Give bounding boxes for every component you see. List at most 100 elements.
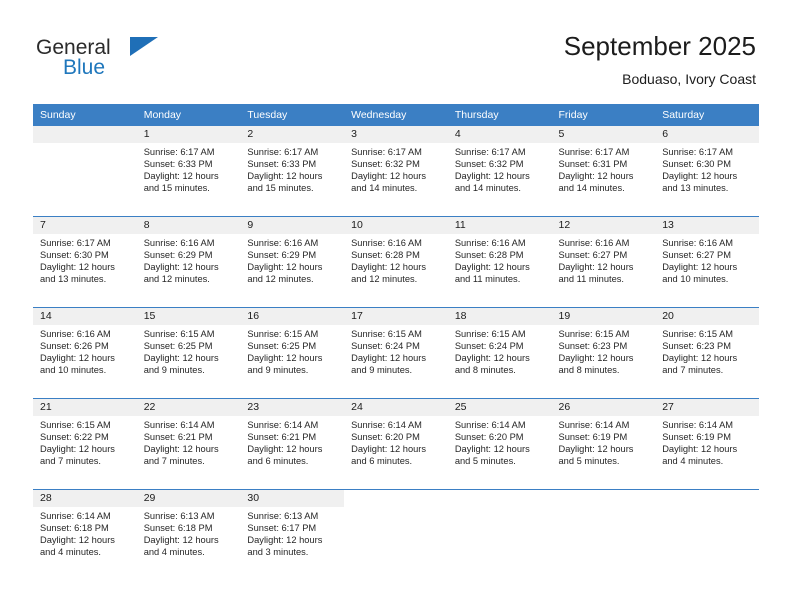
day-sun-info: Sunrise: 6:15 AM Sunset: 6:23 PM Daylight:… — [552, 325, 656, 377]
day-sun-info-line: Sunrise: 6:15 AM — [351, 329, 422, 339]
day-number: 2 — [240, 126, 345, 143]
brand-name-blue: Blue — [63, 56, 106, 79]
day-sun-info-line: Sunrise: 6:16 AM — [351, 238, 422, 248]
day-sun-info-line: and 14 minutes. — [351, 182, 418, 193]
calendar-day-cell[interactable]: 18 Sunrise: 6:15 AM Sunset: 6:24 PM Dayligh… — [447, 307, 552, 399]
day-sun-info-line: Sunrise: 6:16 AM — [558, 238, 630, 248]
calendar-day-cell[interactable]: 13 Sunrise: 6:16 AM Sunset: 6:27 PM Dayligh… — [655, 216, 759, 308]
day-sun-info-line: and 7 minutes. — [662, 364, 724, 375]
calendar-day-cell[interactable]: 3 Sunrise: 6:17 AM Sunset: 6:32 PM Daylight… — [344, 126, 448, 217]
day-sun-info-line: Sunset: 6:30 PM — [40, 249, 109, 260]
calendar-day-cell — [655, 489, 759, 580]
day-sun-info-line: and 4 minutes. — [40, 546, 101, 557]
day-sun-info-line: Daylight: 12 hours — [454, 261, 530, 272]
day-sun-info: Sunrise: 6:15 AM Sunset: 6:24 PM Daylight:… — [448, 325, 552, 377]
day-sun-info: Sunrise: 6:14 AM Sunset: 6:21 PM Daylight:… — [240, 416, 344, 468]
day-sun-info-line: Sunset: 6:32 PM — [351, 158, 420, 169]
calendar-day-cell[interactable]: 29 Sunrise: 6:13 AM Sunset: 6:18 PM Dayligh… — [136, 489, 241, 580]
day-number: 8 — [136, 217, 241, 234]
calendar-day-cell[interactable]: 8 Sunrise: 6:16 AM Sunset: 6:29 PM Daylight… — [136, 216, 241, 308]
calendar-day-cell[interactable]: 17 Sunrise: 6:15 AM Sunset: 6:24 PM Dayligh… — [344, 307, 448, 399]
day-sun-info-line: Daylight: 12 hours — [247, 534, 323, 545]
calendar-day-cell[interactable]: 23 Sunrise: 6:14 AM Sunset: 6:21 PM Dayligh… — [240, 398, 345, 490]
day-number: 22 — [136, 399, 241, 416]
day-sun-info-line: Sunset: 6:29 PM — [247, 249, 317, 260]
weekday-header-tuesday: Tuesday — [240, 104, 345, 126]
day-sun-info-line: Sunrise: 6:14 AM — [454, 420, 526, 430]
calendar-day-cell[interactable]: 16 Sunrise: 6:15 AM Sunset: 6:25 PM Dayligh… — [240, 307, 345, 399]
day-sun-info-line: Sunset: 6:21 PM — [247, 431, 317, 442]
day-sun-info: Sunrise: 6:16 AM Sunset: 6:29 PM Daylight:… — [240, 234, 344, 286]
calendar-day-cell — [33, 126, 137, 217]
calendar-day-cell[interactable]: 6 Sunrise: 6:17 AM Sunset: 6:30 PM Daylight… — [655, 126, 759, 217]
day-number — [344, 490, 448, 507]
calendar-day-cell[interactable]: 10 Sunrise: 6:16 AM Sunset: 6:28 PM Dayligh… — [344, 216, 448, 308]
calendar-day-cell[interactable]: 15 Sunrise: 6:15 AM Sunset: 6:25 PM Dayligh… — [136, 307, 241, 399]
day-number: 11 — [447, 217, 552, 234]
calendar-day-cell[interactable]: 9 Sunrise: 6:16 AM Sunset: 6:29 PM Daylight… — [240, 216, 345, 308]
day-number: 7 — [33, 217, 137, 234]
calendar-day-cell[interactable]: 28 Sunrise: 6:14 AM Sunset: 6:18 PM Dayligh… — [33, 489, 137, 580]
day-sun-info-line: and 13 minutes. — [40, 273, 107, 284]
day-sun-info-line: Daylight: 12 hours — [351, 352, 427, 363]
calendar-day-cell[interactable]: 19 Sunrise: 6:15 AM Sunset: 6:23 PM Dayligh… — [551, 307, 656, 399]
day-number: 5 — [551, 126, 656, 143]
day-sun-info-line: Sunrise: 6:15 AM — [40, 420, 111, 430]
weekday-header-monday: Monday — [136, 104, 241, 126]
day-sun-info-line: Sunset: 6:20 PM — [454, 431, 524, 442]
day-sun-info: Sunrise: 6:16 AM Sunset: 6:26 PM Daylight:… — [33, 325, 137, 377]
day-sun-info-line: Sunset: 6:25 PM — [247, 340, 317, 351]
day-sun-info-line: Sunrise: 6:15 AM — [454, 329, 526, 339]
calendar-week-row: 7 Sunrise: 6:17 AM Sunset: 6:30 PM Daylight… — [33, 216, 759, 308]
calendar-day-cell[interactable]: 25 Sunrise: 6:14 AM Sunset: 6:20 PM Dayligh… — [447, 398, 552, 490]
calendar-day-cell[interactable]: 12 Sunrise: 6:16 AM Sunset: 6:27 PM Dayligh… — [551, 216, 656, 308]
day-sun-info: Sunrise: 6:17 AM Sunset: 6:30 PM Daylight:… — [655, 143, 759, 195]
day-sun-info-line: Sunrise: 6:17 AM — [40, 238, 111, 248]
brand-logo[interactable]: General Blue — [36, 36, 256, 88]
day-sun-info-line: Sunset: 6:18 PM — [143, 522, 213, 533]
calendar-day-cell[interactable]: 30 Sunrise: 6:13 AM Sunset: 6:17 PM Dayligh… — [240, 489, 345, 580]
day-sun-info-line: Sunset: 6:19 PM — [662, 431, 731, 442]
day-sun-info-line: and 3 minutes. — [247, 546, 309, 557]
calendar-day-cell[interactable]: 27 Sunrise: 6:14 AM Sunset: 6:19 PM Dayligh… — [655, 398, 759, 490]
day-sun-info-line: Daylight: 12 hours — [247, 261, 323, 272]
day-sun-info: Sunrise: 6:14 AM Sunset: 6:19 PM Daylight:… — [655, 416, 759, 468]
day-sun-info: Sunrise: 6:15 AM Sunset: 6:24 PM Daylight:… — [344, 325, 448, 377]
day-sun-info: Sunrise: 6:15 AM Sunset: 6:25 PM Daylight:… — [240, 325, 344, 377]
calendar-day-cell[interactable]: 4 Sunrise: 6:17 AM Sunset: 6:32 PM Daylight… — [447, 126, 552, 217]
day-sun-info-line: Sunrise: 6:14 AM — [247, 420, 319, 430]
day-sun-info-line: Sunset: 6:18 PM — [40, 522, 109, 533]
day-number: 4 — [447, 126, 552, 143]
day-sun-info-line: and 4 minutes. — [662, 455, 724, 466]
day-sun-info: Sunrise: 6:17 AM Sunset: 6:33 PM Daylight:… — [137, 143, 241, 195]
day-number: 28 — [33, 490, 137, 507]
day-number — [551, 490, 656, 507]
day-sun-info-line: Sunset: 6:22 PM — [40, 431, 109, 442]
day-sun-info-line: Sunset: 6:24 PM — [454, 340, 524, 351]
calendar-day-cell[interactable]: 11 Sunrise: 6:16 AM Sunset: 6:28 PM Dayligh… — [447, 216, 552, 308]
calendar-day-cell[interactable]: 1 Sunrise: 6:17 AM Sunset: 6:33 PM Daylight… — [136, 126, 241, 217]
day-sun-info-line: Sunrise: 6:17 AM — [662, 147, 734, 157]
day-sun-info-line: and 6 minutes. — [247, 455, 309, 466]
calendar-day-cell[interactable]: 20 Sunrise: 6:15 AM Sunset: 6:23 PM Dayligh… — [655, 307, 759, 399]
day-sun-info-line: Daylight: 12 hours — [558, 170, 634, 181]
calendar-day-cell[interactable]: 2 Sunrise: 6:17 AM Sunset: 6:33 PM Daylight… — [240, 126, 345, 217]
day-sun-info-line: Daylight: 12 hours — [558, 261, 634, 272]
day-number: 6 — [655, 126, 759, 143]
calendar-page: General Blue September 2025 Boduaso, Ivo… — [0, 0, 792, 612]
day-sun-info-line: Daylight: 12 hours — [351, 443, 427, 454]
calendar-day-cell[interactable]: 21 Sunrise: 6:15 AM Sunset: 6:22 PM Dayligh… — [33, 398, 137, 490]
calendar-day-cell[interactable]: 26 Sunrise: 6:14 AM Sunset: 6:19 PM Dayligh… — [551, 398, 656, 490]
day-number: 21 — [33, 399, 137, 416]
calendar-day-cell[interactable]: 24 Sunrise: 6:14 AM Sunset: 6:20 PM Dayligh… — [344, 398, 448, 490]
calendar-day-cell[interactable]: 22 Sunrise: 6:14 AM Sunset: 6:21 PM Dayligh… — [136, 398, 241, 490]
calendar-day-cell[interactable]: 14 Sunrise: 6:16 AM Sunset: 6:26 PM Dayligh… — [33, 307, 137, 399]
day-sun-info-line: Daylight: 12 hours — [247, 170, 323, 181]
calendar-day-cell[interactable]: 5 Sunrise: 6:17 AM Sunset: 6:31 PM Daylight… — [551, 126, 656, 217]
day-number: 13 — [655, 217, 759, 234]
day-sun-info: Sunrise: 6:15 AM Sunset: 6:23 PM Daylight:… — [655, 325, 759, 377]
calendar-day-cell[interactable]: 7 Sunrise: 6:17 AM Sunset: 6:30 PM Daylight… — [33, 216, 137, 308]
day-sun-info-line: Sunrise: 6:15 AM — [558, 329, 630, 339]
day-sun-info-line: Daylight: 12 hours — [662, 443, 738, 454]
day-number: 20 — [655, 308, 759, 325]
